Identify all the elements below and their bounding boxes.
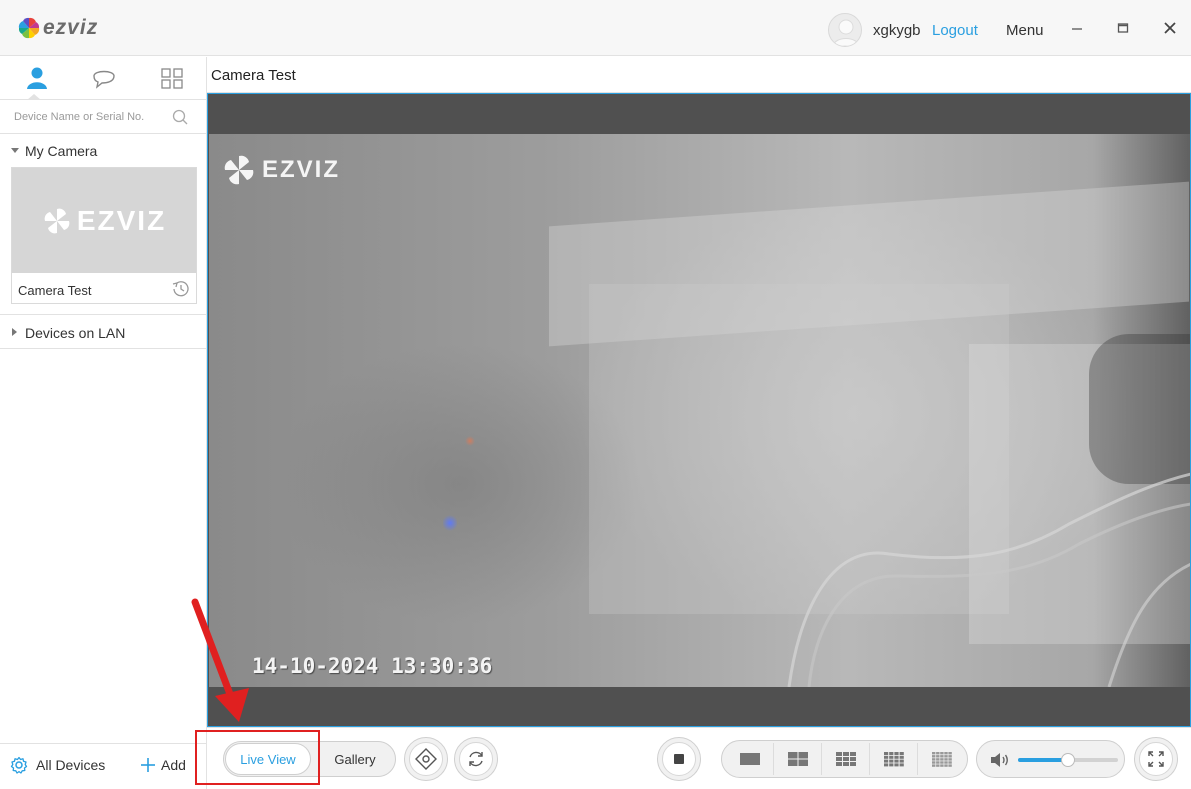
stop-button[interactable] <box>657 737 701 781</box>
all-devices-button[interactable]: All Devices <box>10 756 105 774</box>
sidebar-footer: All Devices Add <box>0 743 206 789</box>
volume-slider[interactable] <box>1018 753 1118 767</box>
group-label: Devices on LAN <box>25 325 126 341</box>
close-icon[interactable] <box>1160 18 1180 38</box>
ezviz-logo-icon <box>18 17 40 39</box>
camera-feed[interactable]: EZVIZ 14-10-2024 13:30:36 <box>209 134 1190 687</box>
feed-blue-light <box>443 514 457 532</box>
layout-4-button[interactable] <box>774 743 822 775</box>
ptz-icon <box>415 748 437 770</box>
layout-sixteen-icon <box>883 752 904 767</box>
user-icon[interactable] <box>22 65 52 91</box>
camera-thumbnail[interactable]: EZVIZ <box>12 168 196 273</box>
feed-dark-object <box>1089 334 1190 484</box>
fullscreen-icon <box>1148 751 1164 767</box>
layout-quad-icon <box>787 752 808 766</box>
video-overlay-logo: EZVIZ <box>222 153 340 187</box>
group-label: My Camera <box>25 143 98 159</box>
ptz-control-button[interactable] <box>404 737 448 781</box>
add-device-button[interactable]: Add <box>139 756 186 774</box>
camera-card[interactable]: EZVIZ Camera Test <box>11 167 197 304</box>
camera-name: Camera Test <box>18 283 92 298</box>
layout-1-button[interactable] <box>726 743 774 775</box>
add-label: Add <box>161 757 186 773</box>
search-box <box>0 99 206 134</box>
stop-icon <box>674 754 684 764</box>
layout-single-icon <box>739 753 760 765</box>
feed-cable <box>787 472 1190 687</box>
layout-25-button[interactable] <box>918 743 966 775</box>
refresh-icon <box>469 751 483 767</box>
menu-button[interactable]: Menu <box>1006 22 1044 39</box>
group-devices-on-lan[interactable]: Devices on LAN <box>0 323 206 343</box>
feed-orange-light <box>465 436 475 446</box>
volume-control <box>976 740 1125 778</box>
fullscreen-button[interactable] <box>1134 737 1178 781</box>
grid-icon[interactable] <box>157 65 187 91</box>
playback-history-icon[interactable] <box>169 279 191 299</box>
screen-layout-selector <box>721 740 968 778</box>
avatar[interactable] <box>828 13 862 47</box>
group-my-camera[interactable]: My Camera <box>0 141 206 161</box>
brand-name: ezviz <box>43 16 99 39</box>
maximize-icon[interactable] <box>1113 18 1133 38</box>
plus-icon <box>141 758 155 772</box>
refresh-button[interactable] <box>454 737 498 781</box>
minimize-icon[interactable] <box>1067 18 1087 38</box>
sidebar-tabs <box>0 57 206 100</box>
gear-icon <box>10 756 28 774</box>
layout-twentyfive-icon <box>932 752 952 767</box>
search-icon[interactable] <box>171 108 189 126</box>
caret-down-icon <box>11 148 19 153</box>
page-title: Camera Test <box>211 67 296 84</box>
all-devices-label: All Devices <box>36 757 106 773</box>
annotation-arrow-icon <box>191 598 249 722</box>
live-video-panel[interactable]: EZVIZ 14-10-2024 13:30:36 <box>207 93 1191 727</box>
layout-16-button[interactable] <box>870 743 918 775</box>
divider <box>0 314 206 315</box>
sidebar: My Camera EZVIZ Camera Test Devices on L… <box>0 57 207 789</box>
logout-link[interactable]: Logout <box>932 22 978 39</box>
ezviz-logo-icon <box>44 208 70 233</box>
chat-icon[interactable] <box>89 65 119 91</box>
layout-9-button[interactable] <box>822 743 870 775</box>
divider <box>0 348 206 349</box>
title-bar: ezviz xgkygb Logout Menu <box>0 0 1191 56</box>
ezviz-logo-icon <box>224 155 254 185</box>
username: xgkygb <box>873 22 921 39</box>
video-timestamp: 14-10-2024 13:30:36 <box>252 654 493 678</box>
main-header: Camera Test <box>207 57 1191 93</box>
thumbnail-logo-text: EZVIZ <box>76 204 167 236</box>
layout-nine-icon <box>835 752 856 766</box>
speaker-icon[interactable] <box>989 750 1011 770</box>
playback-toolbar: Live View Gallery <box>195 727 1191 789</box>
search-input[interactable] <box>14 106 168 128</box>
avatar-icon <box>832 19 860 46</box>
annotation-highlight-box <box>195 730 320 785</box>
caret-right-icon <box>12 328 17 336</box>
tab-gallery[interactable]: Gallery <box>314 743 396 775</box>
overlay-logo-text: EZVIZ <box>262 156 341 183</box>
app-logo: ezviz <box>18 16 98 40</box>
volume-slider-handle[interactable] <box>1061 753 1075 767</box>
